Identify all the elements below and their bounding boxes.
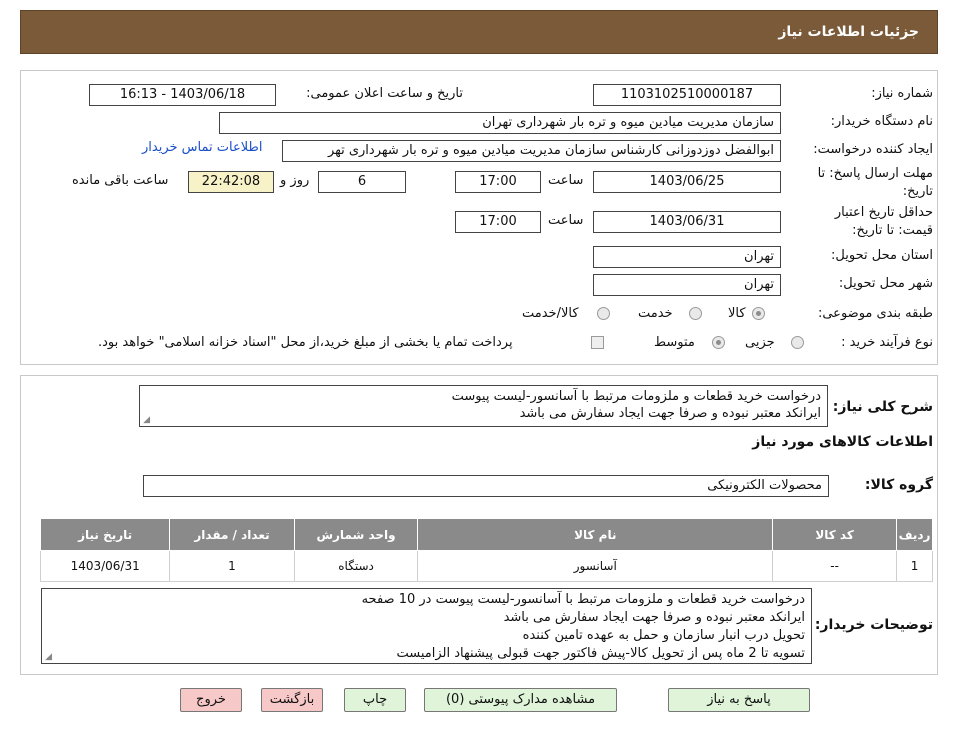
remaining-label: ساعت باقی مانده — [72, 173, 169, 188]
validity-label-line1: حداقل تاریخ اعتبار — [834, 205, 933, 220]
need-number-field: 1103102510000187 — [593, 84, 781, 106]
validity-time-label: ساعت — [548, 213, 584, 228]
payment-note: پرداخت تمام یا بخشی از مبلغ خرید،از محل … — [98, 335, 513, 350]
remaining-time-field: 22:42:08 — [188, 171, 274, 193]
notes-line-3: تحویل درب انبار سازمان و حمل به عهده تام… — [522, 628, 805, 643]
description-line-2: ایرانکد معتبر نبوده و صرفا جهت ایجاد سفا… — [519, 406, 821, 421]
treasury-checkbox[interactable] — [591, 336, 604, 349]
process-option-medium: متوسط — [654, 335, 695, 350]
cell-unit: دستگاه — [293, 550, 419, 582]
notes-line-2: ایرانکد معتبر نبوده و صرفا جهت ایجاد سفا… — [503, 610, 805, 625]
col-unit: واحد شمارش — [293, 518, 419, 551]
buyer-notes-textarea[interactable]: درخواست خرید قطعات و ملزومات مرتبط با آس… — [41, 588, 812, 664]
buyer-field: سازمان مدیریت میادین میوه و تره بار شهرد… — [219, 112, 781, 134]
deadline-date-field: 1403/06/25 — [593, 171, 781, 193]
goods-table: ردیف کد کالا نام کالا واحد شمارش تعداد /… — [39, 518, 933, 582]
deadline-label-line2: تاریخ: — [902, 184, 933, 199]
col-row: ردیف — [896, 518, 933, 551]
process-option-minor: جزیی — [745, 335, 775, 350]
description-line-1: درخواست خرید قطعات و ملزومات مرتبط با آس… — [451, 389, 821, 404]
category-radio-goods-service[interactable] — [597, 307, 610, 320]
validity-date-field: 1403/06/31 — [593, 211, 781, 233]
category-option-goods: کالا — [728, 306, 746, 321]
category-option-goods-service: کالا/خدمت — [522, 306, 579, 321]
buyer-label: نام دستگاه خریدار: — [830, 114, 933, 129]
exit-button[interactable]: خروج — [180, 688, 242, 712]
province-field: تهران — [593, 246, 781, 268]
description-textarea[interactable]: درخواست خرید قطعات و ملزومات مرتبط با آس… — [139, 385, 828, 427]
goods-group-label: گروه کالا: — [864, 477, 933, 493]
cell-code: -- — [772, 550, 898, 582]
province-label: استان محل تحویل: — [831, 248, 933, 263]
buyer-contact-link[interactable]: اطلاعات تماس خریدار — [142, 140, 262, 155]
page-title: جزئیات اطلاعات نیاز — [778, 24, 919, 40]
goods-section-title: اطلاعات کالاهای مورد نیاز — [752, 434, 933, 450]
resize-handle-icon[interactable]: ◢ — [44, 653, 52, 662]
category-radio-service[interactable] — [689, 307, 702, 320]
need-number-label: شماره نیاز: — [871, 86, 933, 101]
category-option-service: خدمت — [638, 306, 673, 321]
validity-time-field: 17:00 — [455, 211, 541, 233]
validity-label-line2: قیمت: تا تاریخ: — [852, 223, 933, 238]
cell-date: 1403/06/31 — [39, 550, 171, 582]
back-button[interactable]: بازگشت — [261, 688, 323, 712]
deadline-label-line1: مهلت ارسال پاسخ: تا — [817, 166, 933, 181]
goods-table-header: ردیف کد کالا نام کالا واحد شمارش تعداد /… — [39, 518, 933, 551]
category-label: طبقه بندی موضوعی: — [817, 306, 933, 321]
page-header: جزئیات اطلاعات نیاز — [20, 10, 938, 54]
announce-datetime-field: 1403/06/18 - 16:13 — [89, 84, 276, 106]
reply-button[interactable]: پاسخ به نیاز — [668, 688, 810, 712]
process-radio-minor[interactable] — [791, 336, 804, 349]
cell-qty: 1 — [169, 550, 295, 582]
cell-row: 1 — [896, 550, 933, 582]
col-date: تاریخ نیاز — [39, 518, 171, 551]
col-name: نام کالا — [417, 518, 774, 551]
remaining-days-field: 6 — [318, 171, 406, 193]
notes-line-1: درخواست خرید قطعات و ملزومات مرتبط با آس… — [361, 592, 805, 607]
col-qty: تعداد / مقدار — [169, 518, 295, 551]
description-label: شرح کلی نیاز: — [832, 399, 933, 415]
buyer-notes-label: توضیحات خریدار: — [814, 617, 933, 633]
announce-label: تاریخ و ساعت اعلان عمومی: — [306, 86, 463, 101]
process-radio-medium[interactable] — [712, 336, 725, 349]
deadline-time-label: ساعت — [548, 173, 584, 188]
category-radio-goods[interactable] — [752, 307, 765, 320]
deadline-time-field: 17:00 — [455, 171, 541, 193]
col-code: کد کالا — [772, 518, 898, 551]
cell-name: آسانسور — [417, 550, 774, 582]
table-row: 1 -- آسانسور دستگاه 1 1403/06/31 — [39, 550, 933, 582]
resize-handle-icon[interactable]: ◢ — [142, 416, 150, 425]
creator-label: ایجاد کننده درخواست: — [813, 142, 933, 157]
days-label: روز و — [280, 173, 310, 188]
goods-group-field: محصولات الکترونیکی — [143, 475, 829, 497]
attachments-button[interactable]: مشاهده مدارک پیوستی (0) — [424, 688, 617, 712]
process-label: نوع فرآیند خرید : — [841, 335, 933, 350]
notes-line-4: تسویه تا 2 ماه پس از تحویل کالا-پیش فاکت… — [396, 646, 806, 661]
city-label: شهر محل تحویل: — [838, 276, 933, 291]
creator-field: ابوالفضل دوزدوزانی کارشناس سازمان مدیریت… — [282, 140, 781, 162]
print-button[interactable]: چاپ — [344, 688, 406, 712]
city-field: تهران — [593, 274, 781, 296]
